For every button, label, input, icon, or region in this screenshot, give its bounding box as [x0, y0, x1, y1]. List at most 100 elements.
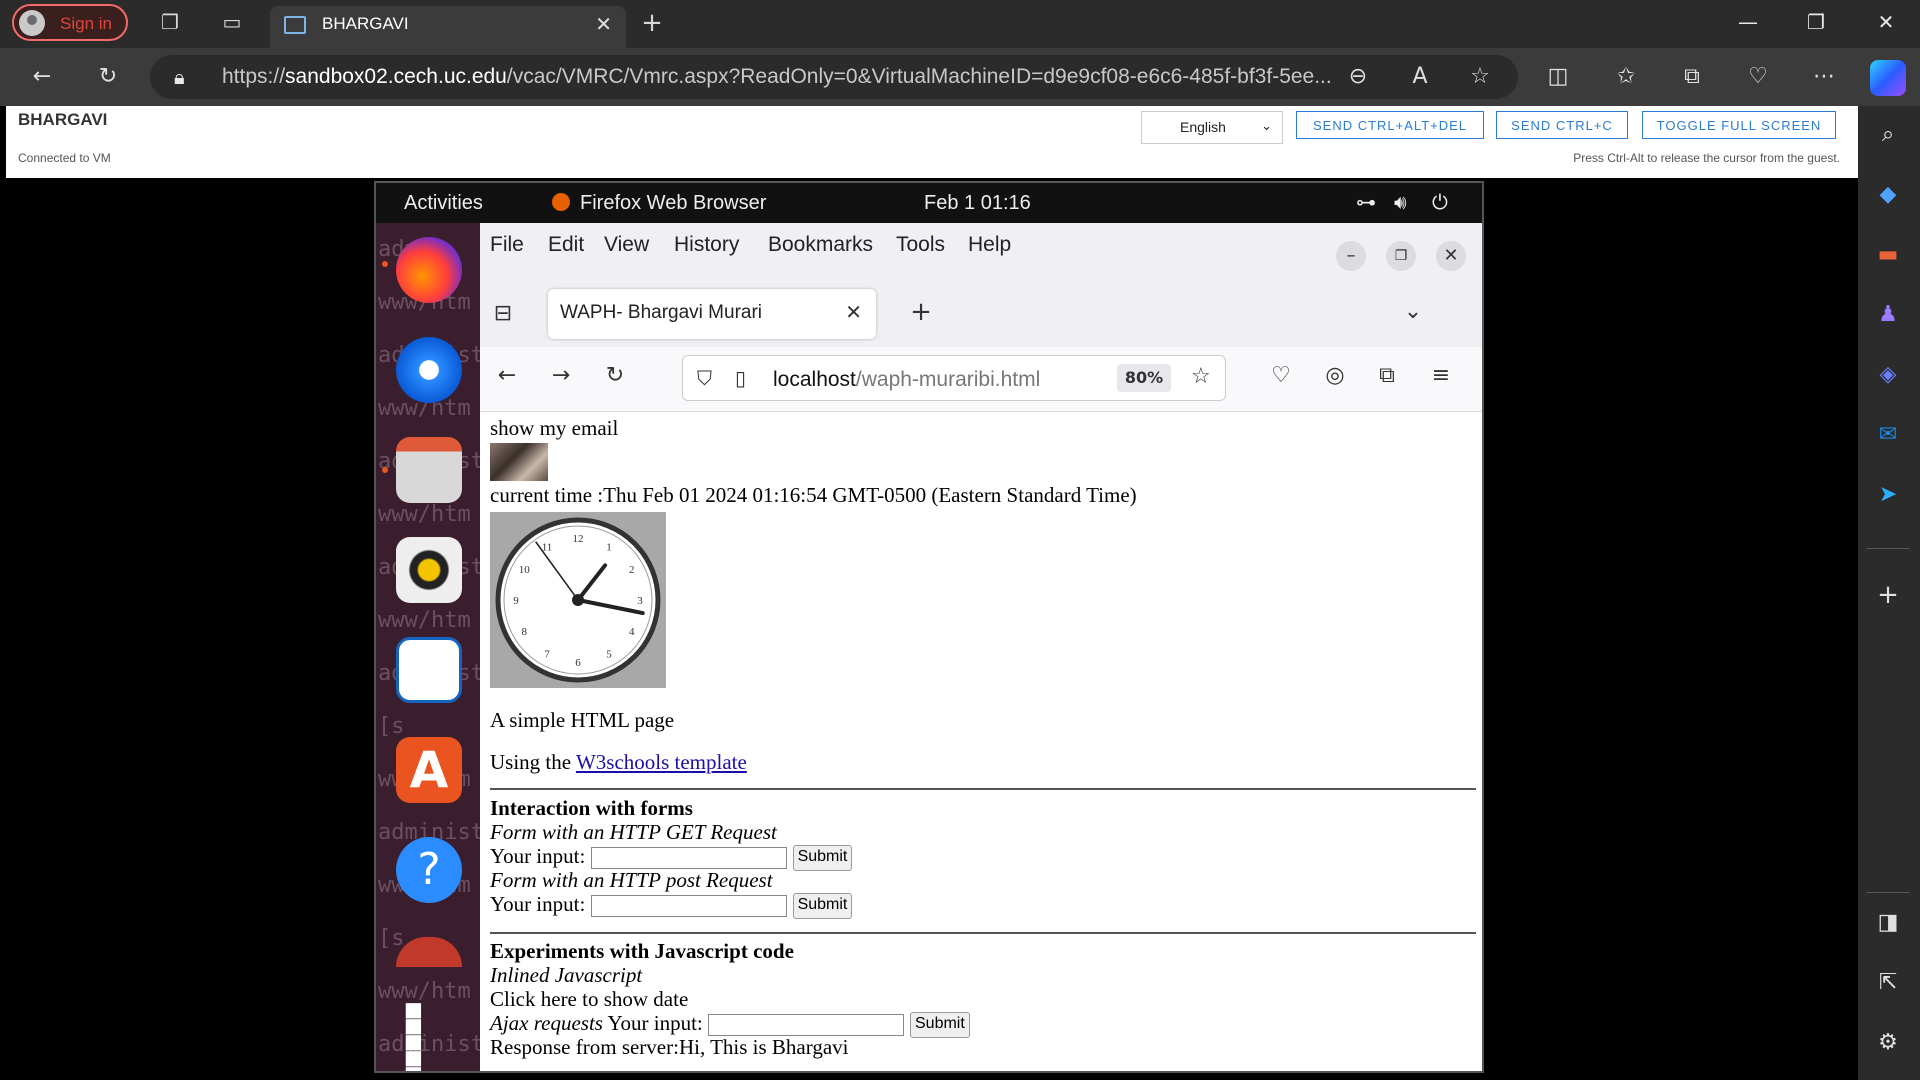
bookmark-star-icon[interactable]: ☆	[1191, 364, 1211, 389]
close-tab-icon[interactable]: ✕	[595, 12, 612, 36]
address-bar[interactable]: 🔒︎ https://sandbox02.cech.uc.edu/vcac/VM…	[150, 55, 1518, 99]
restore-icon[interactable]: ❐	[1796, 10, 1836, 34]
ff-close-tab-icon[interactable]: ✕	[845, 300, 862, 324]
address-url: https://sandbox02.cech.uc.edu/vcac/VMRC/…	[222, 65, 1332, 88]
show-email-link[interactable]: show my email	[490, 416, 618, 441]
settings-gear-icon[interactable]: ⚙	[1868, 1030, 1908, 1055]
clock-number: 6	[575, 657, 581, 669]
menu-edit[interactable]: Edit	[548, 233, 584, 257]
post-input-label: Your input:	[490, 892, 586, 916]
active-app-name[interactable]: Firefox Web Browser	[580, 192, 766, 215]
hide-sidebar-icon[interactable]: ◨	[1868, 910, 1908, 935]
files-dock-icon[interactable]	[396, 437, 462, 503]
firefox-tab-waph[interactable]: WAPH- Bhargavi Murari ✕	[548, 289, 876, 339]
firefox-dock-icon[interactable]	[396, 237, 462, 303]
menu-view[interactable]: View	[604, 233, 649, 257]
help-dock-icon[interactable]: ?	[396, 837, 462, 903]
vm-console[interactable]: Activities Firefox Web Browser Feb 1 01:…	[374, 181, 1484, 1073]
writer-dock-icon[interactable]	[396, 637, 462, 703]
post-submit-button[interactable]: Submit	[792, 893, 853, 920]
page-info-icon[interactable]: ▯	[735, 366, 746, 390]
ff-minimize-icon[interactable]: –	[1336, 241, 1366, 271]
zoom-level-badge[interactable]: 80%	[1117, 364, 1171, 392]
ff-back-icon[interactable]: ←	[490, 363, 524, 388]
games-icon[interactable]: ♟	[1868, 302, 1908, 327]
copilot-icon[interactable]	[1870, 60, 1906, 96]
lock-icon: 🔒︎	[174, 65, 185, 89]
send-ctrl-alt-del-button[interactable]: SEND CTRL+ALT+DEL	[1296, 111, 1484, 139]
list-all-tabs-icon[interactable]: ⌄	[1396, 299, 1430, 324]
shield-icon[interactable]: ⛉	[697, 366, 712, 390]
ff-reload-icon[interactable]: ↻	[598, 363, 632, 388]
pocket-icon[interactable]: ♡	[1264, 363, 1298, 388]
read-aloud-icon[interactable]: A	[1402, 64, 1438, 89]
ajax-input-field[interactable]	[708, 1014, 904, 1037]
volume-icon[interactable]: 🔊︎	[1394, 190, 1407, 214]
refresh-icon[interactable]: ↻	[90, 64, 126, 89]
send-ctrl-c-button[interactable]: SEND CTRL+C	[1496, 111, 1628, 139]
workspaces-icon[interactable]: ❐	[152, 10, 188, 34]
clock[interactable]: Feb 1 01:16	[924, 192, 1031, 215]
extensions-icon[interactable]: ⧉	[1370, 363, 1404, 388]
outlook-icon[interactable]: ✉	[1868, 422, 1908, 447]
show-date-link[interactable]: Click here to show date	[490, 987, 688, 1012]
more-menu-icon[interactable]: ⋯	[1806, 64, 1842, 89]
clock-number: 7	[544, 649, 550, 661]
rhythmbox-dock-icon[interactable]	[396, 537, 462, 603]
ff-close-icon[interactable]: ✕	[1436, 241, 1466, 271]
simple-page-text: A simple HTML page	[490, 708, 675, 732]
get-input-label: Your input:	[490, 844, 586, 868]
network-icon[interactable]: ⊶	[1356, 190, 1376, 214]
menu-file[interactable]: File	[490, 233, 524, 257]
back-icon[interactable]: ←	[24, 64, 60, 89]
ff-url-bar[interactable]: ⛉ ▯ localhost/waph-muraribi.html 80% ☆	[682, 355, 1226, 401]
shopping-tag-icon[interactable]: ◆	[1868, 182, 1908, 207]
activities-button[interactable]: Activities	[404, 192, 483, 215]
browser-tab-bhargavi[interactable]: BHARGAVI ✕	[270, 6, 626, 48]
menu-tools[interactable]: Tools	[896, 233, 945, 257]
ff-forward-icon[interactable]: →	[544, 363, 578, 388]
sign-in-button[interactable]: Sign in	[12, 4, 128, 41]
add-sidebar-icon[interactable]: +	[1868, 580, 1908, 610]
get-input-field[interactable]	[590, 847, 787, 870]
account-icon[interactable]: ◎	[1318, 363, 1352, 388]
ff-restore-icon[interactable]: ❐	[1386, 241, 1416, 271]
hamburger-menu-icon[interactable]: ≡	[1424, 363, 1458, 388]
menu-help[interactable]: Help	[968, 233, 1011, 257]
show-apps-grid-icon[interactable]: ■ ■ ■■ ■ ■■ ■ ■	[404, 999, 452, 1071]
minimize-icon[interactable]: —	[1728, 10, 1768, 34]
favorite-star-icon[interactable]: ☆	[1462, 64, 1498, 89]
ajax-submit-button[interactable]: Submit	[910, 1012, 970, 1039]
get-submit-button[interactable]: Submit	[792, 845, 853, 872]
send-icon[interactable]: ➤	[1868, 482, 1908, 507]
power-icon[interactable]: ⏻	[1432, 190, 1448, 214]
tools-briefcase-icon[interactable]: ▬	[1868, 242, 1908, 267]
gnome-top-bar: Activities Firefox Web Browser Feb 1 01:…	[376, 183, 1482, 223]
language-select[interactable]: English ⌄	[1141, 111, 1283, 144]
tab-actions-icon[interactable]: ▭	[214, 10, 250, 34]
clock-number: 3	[637, 595, 643, 607]
favorites-icon[interactable]: ✩	[1608, 64, 1644, 89]
thunderbird-dock-icon[interactable]	[396, 337, 462, 403]
search-icon[interactable]: ⌕	[1868, 122, 1908, 147]
collections-icon[interactable]: ⧉	[1674, 64, 1710, 89]
open-external-icon[interactable]: ⇱	[1868, 970, 1908, 995]
menu-history[interactable]: History	[674, 233, 739, 257]
inlined-js-label: Inlined Javascript	[490, 963, 643, 987]
menu-bookmarks[interactable]: Bookmarks	[768, 233, 873, 257]
software-center-dock-icon[interactable]: A	[396, 737, 462, 803]
w3schools-link[interactable]: W3schools template	[576, 750, 747, 774]
ff-new-tab-icon[interactable]: +	[904, 297, 938, 327]
firefox-view-icon[interactable]: ⊟	[486, 301, 520, 326]
browser-essentials-icon[interactable]: ♡	[1740, 64, 1776, 89]
split-screen-icon[interactable]: ◫	[1540, 64, 1576, 89]
post-input-field[interactable]	[590, 895, 787, 918]
running-indicator	[382, 261, 388, 267]
new-tab-icon[interactable]: +	[634, 8, 670, 38]
zoom-icon[interactable]: ⊖	[1340, 64, 1376, 89]
ubuntu-dock: admin www/htm administ www/htm administ …	[376, 223, 480, 1071]
toggle-full-screen-button[interactable]: TOGGLE FULL SCREEN	[1642, 111, 1836, 139]
microsoft365-icon[interactable]: ◈	[1868, 362, 1908, 387]
clock-number: 9	[513, 595, 519, 607]
close-window-icon[interactable]: ✕	[1866, 10, 1906, 34]
